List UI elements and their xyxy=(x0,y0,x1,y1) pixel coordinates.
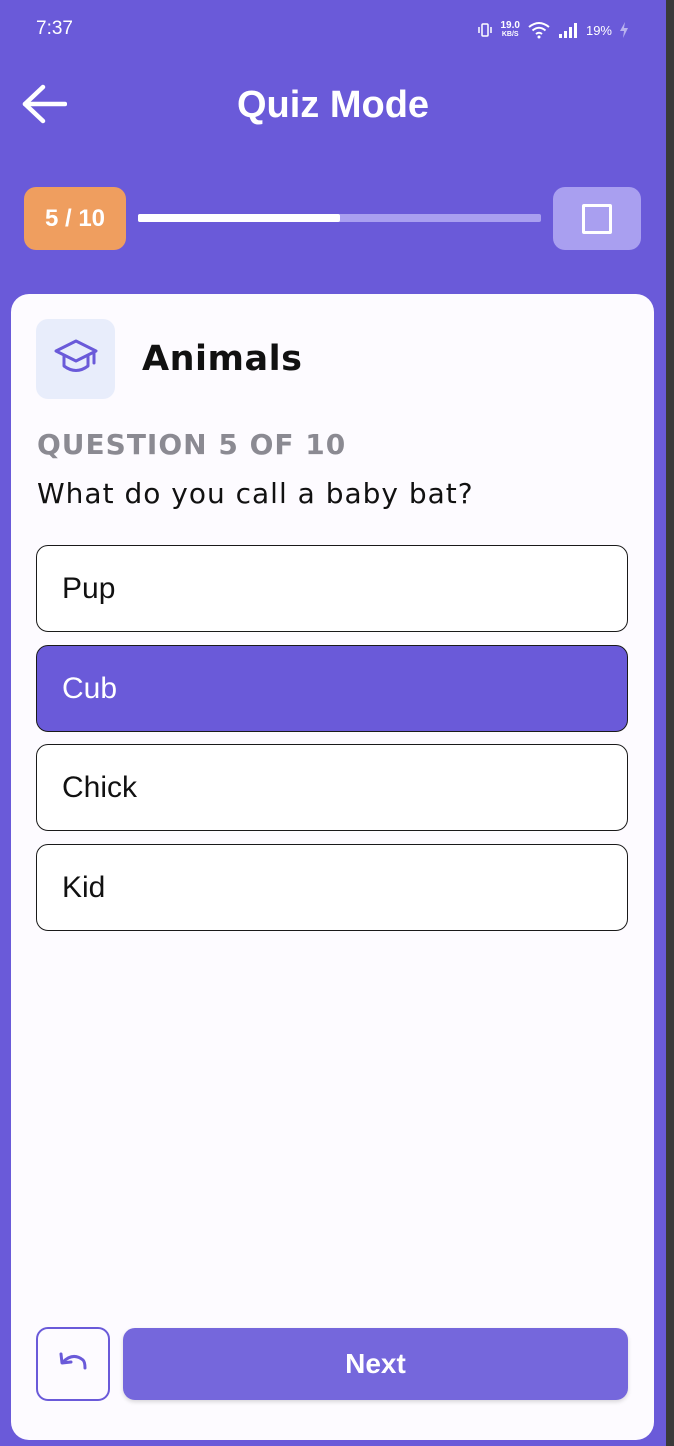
signal-icon xyxy=(558,22,578,38)
answer-option-chick[interactable]: Chick xyxy=(36,744,628,831)
answer-option-label: Pup xyxy=(62,571,116,605)
answer-option-pup[interactable]: Pup xyxy=(36,545,628,632)
answer-option-label: Chick xyxy=(62,770,138,804)
progress-badge: 5 / 10 xyxy=(24,187,126,250)
network-speed: 19.0 KB/S xyxy=(501,21,520,39)
quiz-screen: 7:37 19.0 KB/S 19% Quiz Mode 5 / 10 Anim… xyxy=(0,0,666,1446)
answer-option-label: Kid xyxy=(62,870,106,904)
status-bar: 7:37 19.0 KB/S 19% xyxy=(0,0,666,58)
undo-button[interactable] xyxy=(36,1327,110,1401)
status-time: 7:37 xyxy=(36,18,73,39)
wifi-icon xyxy=(528,21,550,39)
network-speed-unit: KB/S xyxy=(501,31,519,38)
network-speed-value: 19.0 xyxy=(500,20,520,31)
question-counter: QUESTION 5 OF 10 xyxy=(37,428,347,461)
battery-level: 19% xyxy=(585,22,612,38)
answer-option-label: Cub xyxy=(62,671,118,705)
undo-icon xyxy=(57,1350,89,1379)
question-text: What do you call a baby bat? xyxy=(37,477,474,510)
screen-edge xyxy=(666,0,674,1446)
category-title: Animals xyxy=(142,339,303,379)
next-button[interactable]: Next xyxy=(123,1328,628,1400)
charging-icon xyxy=(620,22,628,38)
answer-option-cub[interactable]: Cub xyxy=(36,645,628,732)
answer-option-kid[interactable]: Kid xyxy=(36,844,628,931)
progress-bar xyxy=(138,214,541,222)
graduation-cap-icon xyxy=(54,337,98,382)
category-icon-box xyxy=(36,319,115,399)
stop-square-icon xyxy=(582,203,612,234)
stop-quiz-button[interactable] xyxy=(553,187,641,250)
status-icons: 19.0 KB/S 19% xyxy=(477,18,628,42)
page-title: Quiz Mode xyxy=(236,84,430,126)
vibrate-icon xyxy=(477,22,493,38)
question-card: Animals QUESTION 5 OF 10 What do you cal… xyxy=(11,294,654,1440)
progress-bar-fill xyxy=(138,214,340,222)
